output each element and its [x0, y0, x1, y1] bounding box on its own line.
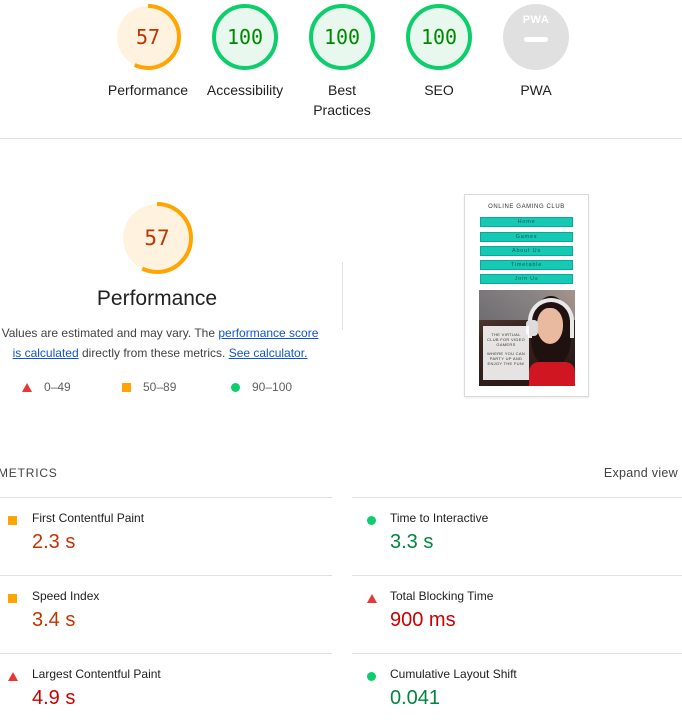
metric-total-blocking-time: Total Blocking Time 900 ms [352, 575, 682, 653]
final-screenshot-thumbnail[interactable]: ONLINE GAMING CLUB Home Games About Us T… [464, 194, 589, 397]
gauge-best-practices[interactable]: 100 Best Practices [287, 4, 397, 120]
site-title: ONLINE GAMING CLUB [488, 204, 565, 210]
metric-name: Cumulative Layout Shift [390, 667, 517, 681]
nav-item: About Us [480, 246, 573, 256]
legend-label: 50–89 [143, 380, 177, 394]
metric-name: Time to Interactive [390, 511, 489, 525]
triangle-icon [22, 382, 32, 392]
legend-average: 50–89 [122, 380, 176, 394]
metric-largest-contentful-paint: Largest Contentful Paint 4.9 s [0, 653, 332, 722]
description-text: Values are estimated and may vary. The [1, 326, 219, 340]
nav-item: Join Us [480, 274, 573, 284]
gauge-seo[interactable]: 100 SEO [384, 4, 494, 100]
metric-cumulative-layout-shift: Cumulative Layout Shift 0.041 [352, 653, 682, 722]
metric-value: 3.3 s [390, 531, 434, 553]
gauge-score: 100 [226, 25, 264, 49]
hero-card: THE VIRTUAL CLUB FOR VIDEO GAMERS WHERE … [483, 326, 529, 380]
nav-item: Home [480, 217, 573, 227]
metric-time-to-interactive: Time to Interactive 3.3 s [352, 497, 682, 575]
gauge-ring: 100 [212, 4, 278, 70]
metric-name: Largest Contentful Paint [32, 667, 161, 681]
metric-value: 900 ms [390, 609, 456, 631]
performance-description: Values are estimated and may vary. The p… [0, 323, 322, 363]
nav-item: Games [480, 232, 573, 242]
gauge-ring: 57 [115, 4, 181, 70]
gauge-accessibility[interactable]: 100 Accessibility [190, 4, 300, 100]
gauge-ring: 100 [406, 4, 472, 70]
circle-icon [367, 672, 376, 681]
metric-value: 4.9 s [32, 687, 76, 709]
description-text: directly from these metrics. [78, 346, 229, 360]
metric-value: 0.041 [390, 687, 441, 709]
gauge-label: Accessibility [206, 82, 284, 98]
circle-icon [231, 382, 240, 392]
gauge-label: SEO [424, 82, 454, 98]
gauge-label: Best Practices [313, 82, 371, 118]
gauge-score: 100 [420, 25, 458, 49]
performance-score: 57 [144, 226, 170, 250]
see-calculator-link[interactable]: See calculator. [229, 346, 308, 360]
gauge-label: PWA [520, 82, 552, 98]
gauge-ring: 100 [309, 4, 375, 70]
metric-value: 2.3 s [32, 531, 76, 553]
legend-fail: 0–49 [22, 380, 71, 394]
triangle-icon [8, 672, 18, 681]
metric-first-contentful-paint: First Contentful Paint 2.3 s [0, 497, 332, 575]
metric-value: 3.4 s [32, 609, 76, 631]
hero-shirt [529, 362, 575, 386]
hero-card-text: THE VIRTUAL CLUB FOR VIDEO GAMERS [487, 332, 525, 347]
gauge-score: 100 [323, 25, 361, 49]
triangle-icon [367, 594, 377, 603]
performance-score-gauge: 57 [121, 202, 193, 274]
performance-title: Performance [96, 287, 218, 310]
square-icon [8, 516, 17, 525]
category-gauges: 57 Performance 100 Accessibility 100 Bes… [0, 0, 682, 139]
gauge-score: 57 [135, 25, 161, 49]
metric-name: First Contentful Paint [32, 511, 145, 525]
gauge-pwa[interactable]: PWA PWA [481, 4, 591, 100]
gauge-label: Performance [107, 82, 189, 98]
pwa-badge-text: PWA [522, 14, 550, 26]
legend-label: 0–49 [44, 380, 71, 394]
square-icon [8, 594, 17, 603]
metrics-heading: METRICS [0, 466, 58, 480]
hero-image: THE VIRTUAL CLUB FOR VIDEO GAMERS WHERE … [479, 290, 575, 386]
gauge-performance[interactable]: 57 Performance [93, 4, 203, 100]
gauge-ring: PWA [503, 4, 569, 70]
circle-icon [367, 516, 376, 525]
vertical-divider [342, 262, 343, 330]
square-icon [122, 382, 131, 392]
legend-label: 90–100 [252, 380, 293, 394]
legend-pass: 90–100 [231, 380, 292, 394]
expand-view-toggle[interactable]: Expand view [604, 466, 678, 480]
nav-item: Timetable [480, 260, 573, 270]
hero-card-text: WHERE YOU CAN PARTY UP AND ENJOY THE FUN… [486, 351, 526, 366]
metric-speed-index: Speed Index 3.4 s [0, 575, 332, 653]
metric-name: Total Blocking Time [390, 589, 494, 603]
metric-name: Speed Index [32, 589, 100, 603]
